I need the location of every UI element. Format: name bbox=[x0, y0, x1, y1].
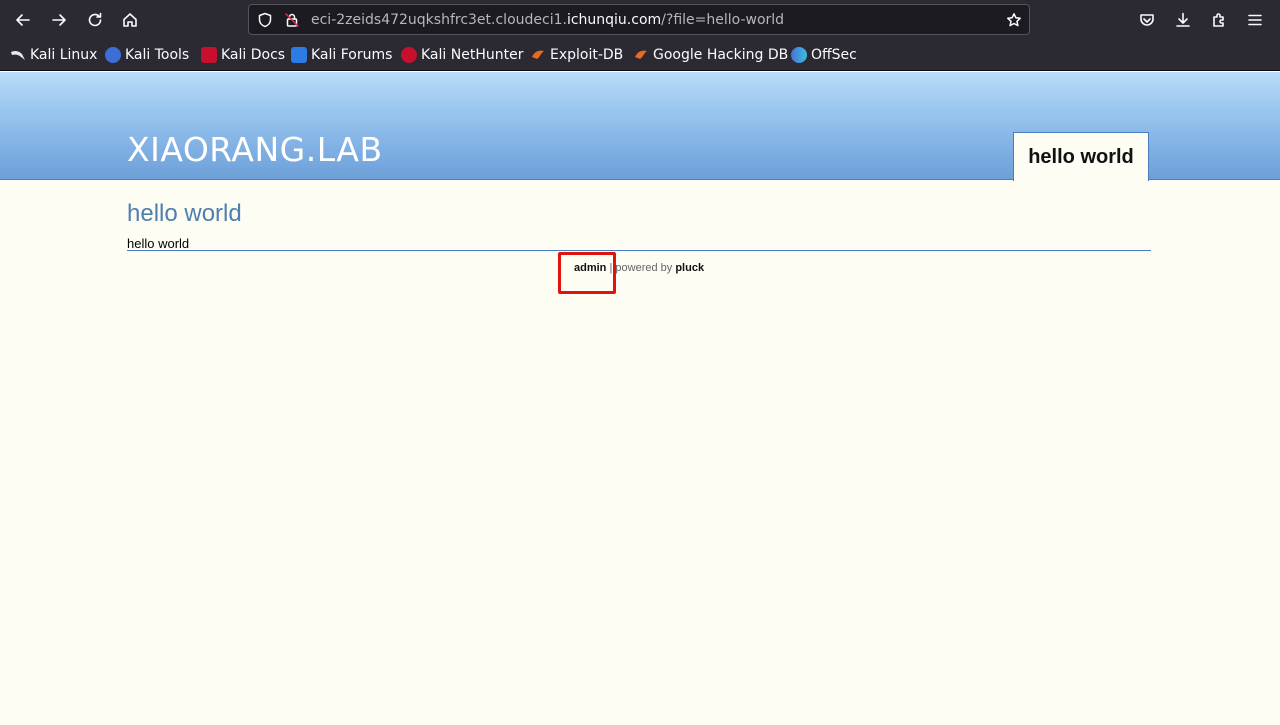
url-suffix: /?file=hello-world bbox=[661, 12, 785, 28]
bookmark-label: Kali Forums bbox=[311, 47, 393, 63]
bookmark-google-hacking-db[interactable]: Google Hacking DB bbox=[633, 45, 788, 65]
pocket-icon bbox=[1140, 14, 1154, 26]
bookmark-label: Exploit-DB bbox=[550, 47, 624, 63]
tracking-shield-icon[interactable] bbox=[256, 11, 274, 29]
back-button[interactable] bbox=[10, 7, 36, 33]
offsec-icon bbox=[791, 47, 807, 63]
reload-icon bbox=[88, 12, 102, 27]
home-icon bbox=[123, 13, 137, 27]
bookmarks-bar: Kali Linux Kali Tools Kali Docs Kali For… bbox=[0, 39, 1280, 71]
content-divider bbox=[127, 250, 1151, 251]
page-body-text: hello world bbox=[127, 236, 190, 251]
kali-nethunter-icon bbox=[401, 47, 417, 63]
url-prefix: eci-2zeids472uqkshfrc3et.cloudeci1. bbox=[311, 12, 567, 28]
pocket-button[interactable] bbox=[1134, 7, 1160, 33]
bookmark-kali-nethunter[interactable]: Kali NetHunter bbox=[401, 45, 523, 65]
url-bar[interactable]: eci-2zeids472uqkshfrc3et.cloudeci1.ichun… bbox=[248, 4, 1030, 35]
bookmark-label: Kali Tools bbox=[125, 47, 190, 63]
bookmark-offsec[interactable]: OffSec bbox=[791, 45, 857, 65]
reload-button[interactable] bbox=[82, 7, 108, 33]
downloads-button[interactable] bbox=[1170, 7, 1196, 33]
forward-button[interactable] bbox=[46, 7, 72, 33]
bookmark-kali-docs[interactable]: Kali Docs bbox=[201, 45, 285, 65]
ghdb-icon bbox=[633, 47, 649, 63]
arrow-left-icon bbox=[16, 14, 30, 26]
bookmark-label: Google Hacking DB bbox=[653, 47, 789, 63]
bookmark-label: Kali Docs bbox=[221, 47, 286, 63]
home-button[interactable] bbox=[117, 7, 143, 33]
kali-dragon-icon bbox=[10, 47, 26, 63]
bookmark-label: OffSec bbox=[811, 47, 857, 63]
url-host: ichunqiu.com bbox=[566, 12, 662, 28]
url-text[interactable]: eci-2zeids472uqkshfrc3et.cloudeci1.ichun… bbox=[311, 11, 784, 29]
nav-tab-hello-world[interactable]: hello world bbox=[1013, 132, 1149, 181]
site-title[interactable]: XIAORANG.LAB bbox=[127, 130, 383, 169]
arrow-right-icon bbox=[52, 14, 66, 26]
bookmark-star-icon[interactable] bbox=[1005, 11, 1023, 29]
menu-button[interactable] bbox=[1242, 7, 1268, 33]
bookmark-label: Kali NetHunter bbox=[421, 47, 524, 63]
page-title: hello world bbox=[127, 200, 242, 227]
bookmark-label: Kali Linux bbox=[30, 47, 98, 63]
extensions-button[interactable] bbox=[1206, 7, 1232, 33]
site-header: XIAORANG.LAB hello world bbox=[0, 72, 1280, 181]
bookmark-kali-linux[interactable]: Kali Linux bbox=[10, 45, 97, 65]
bookmark-kali-forums[interactable]: Kali Forums bbox=[291, 45, 392, 65]
browser-toolbar: eci-2zeids472uqkshfrc3et.cloudeci1.ichun… bbox=[0, 0, 1280, 39]
hamburger-icon bbox=[1248, 14, 1262, 26]
kali-forums-icon bbox=[291, 47, 307, 63]
exploit-db-icon bbox=[530, 47, 546, 63]
bookmark-kali-tools[interactable]: Kali Tools bbox=[105, 45, 189, 65]
pluck-link[interactable]: pluck bbox=[675, 262, 704, 274]
download-icon bbox=[1176, 12, 1190, 27]
kali-docs-icon bbox=[201, 47, 217, 63]
powered-by-text: powered by bbox=[615, 262, 676, 274]
bookmark-exploit-db[interactable]: Exploit-DB bbox=[530, 45, 623, 65]
red-highlight-box bbox=[558, 252, 616, 294]
insecure-lock-icon[interactable] bbox=[283, 11, 301, 29]
kali-tools-icon bbox=[105, 47, 121, 63]
puzzle-icon bbox=[1213, 13, 1224, 27]
web-page: XIAORANG.LAB hello world hello world hel… bbox=[0, 72, 1280, 725]
